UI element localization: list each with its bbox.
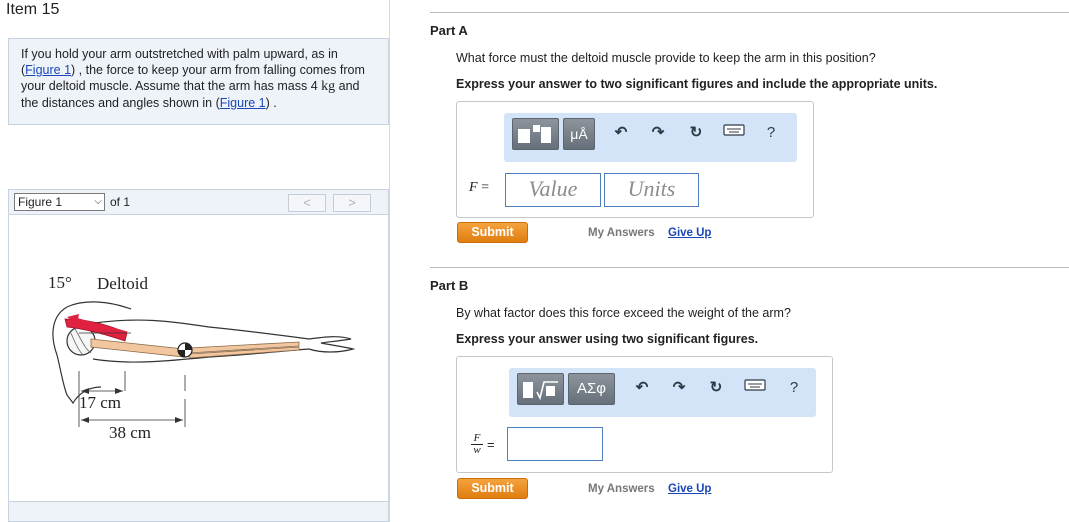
part-b-title: Part B [430, 278, 469, 293]
help-icon[interactable]: ? [761, 123, 781, 143]
keyboard-icon[interactable] [723, 123, 745, 143]
part-b-give-up-link[interactable]: Give Up [668, 483, 711, 495]
figure-count: of 1 [110, 195, 131, 209]
previous-figure-button[interactable]: < [288, 194, 326, 212]
part-a-submit-button[interactable]: Submit [457, 222, 528, 243]
part-a-divider [430, 12, 1069, 13]
part-b-question: By what factor does this force exceed th… [456, 306, 791, 320]
undo-icon[interactable]: ↶ [611, 123, 631, 143]
template-icon [518, 125, 551, 143]
redo-icon[interactable]: ↷ [669, 378, 689, 398]
arm-figure: 15° Deltoid 17 cm 38 cm [48, 273, 356, 442]
fraction-denominator: w [473, 444, 481, 456]
part-a-question: What force must the deltoid muscle provi… [456, 51, 876, 65]
distance-38-label: 38 cm [109, 423, 151, 442]
figure-select[interactable]: Figure 1 ⌵ [14, 193, 105, 211]
part-b-divider [430, 267, 1069, 268]
figure-footer-bar [8, 501, 389, 522]
problem-text-2: ) , the force to keep your arm from fall… [21, 63, 365, 93]
ratio-input[interactable] [507, 427, 603, 461]
units-input[interactable]: Units [604, 173, 699, 207]
chevron-down-icon: ⌵ [94, 196, 102, 207]
units-button[interactable]: μÅ [563, 118, 595, 150]
fraction-f-over-w: F w [471, 433, 483, 456]
problem-statement: If you hold your arm outstretched with p… [8, 38, 389, 125]
redo-icon[interactable]: ↷ [648, 123, 668, 143]
template-button[interactable] [512, 118, 559, 150]
greek-symbols-button[interactable]: ΑΣφ [568, 373, 615, 405]
reset-icon[interactable]: ↻ [686, 123, 706, 143]
problem-text-4: ) . [265, 96, 277, 110]
figure-navigation-bar: Figure 1 ⌵ of 1 < > [8, 189, 389, 215]
part-a-variable-label: F = [469, 180, 489, 196]
item-title: Item 15 [6, 1, 60, 18]
help-icon[interactable]: ? [784, 378, 804, 398]
part-a-instruction: Express your answer to two significant f… [456, 77, 938, 91]
next-figure-button[interactable]: > [333, 194, 371, 212]
part-b-my-answers-link[interactable]: My Answers [588, 483, 655, 495]
figure-link-1[interactable]: Figure 1 [25, 63, 71, 77]
part-b-instruction: Express your answer using two significan… [456, 332, 759, 346]
part-a-answer-box: μÅ ↶ ↷ ↻ ? F = Value Units [456, 101, 814, 218]
template-button[interactable] [517, 373, 564, 405]
part-b-toolbar: ΑΣφ ↶ ↷ ↻ ? [509, 368, 816, 417]
left-pane: Item 15 If you hold your arm outstretche… [0, 0, 390, 522]
reset-icon[interactable]: ↻ [706, 378, 726, 398]
figure-panel: 15° Deltoid 17 cm 38 cm [8, 215, 389, 502]
variable-f: F [469, 180, 478, 195]
value-input[interactable]: Value [505, 173, 601, 207]
part-a-title: Part A [430, 23, 468, 38]
equals-sign: = [481, 180, 489, 195]
fraction-root-icon [523, 381, 558, 401]
part-b-answer-box: ΑΣφ ↶ ↷ ↻ ? F w = [456, 356, 833, 473]
angle-label: 15° [48, 273, 72, 292]
undo-icon[interactable]: ↶ [632, 378, 652, 398]
part-a-my-answers-link[interactable]: My Answers [588, 227, 655, 239]
figure-link-2[interactable]: Figure 1 [220, 96, 266, 110]
mass-unit: kg [321, 79, 336, 94]
part-a-give-up-link[interactable]: Give Up [668, 227, 711, 239]
deltoid-label: Deltoid [97, 274, 148, 293]
figure-select-value: Figure 1 [18, 195, 63, 209]
distance-17-label: 17 cm [79, 393, 121, 412]
keyboard-icon[interactable] [744, 378, 766, 398]
part-b-submit-button[interactable]: Submit [457, 478, 528, 499]
equals-sign: = [487, 437, 495, 452]
part-a-toolbar: μÅ ↶ ↷ ↻ ? [504, 113, 797, 162]
